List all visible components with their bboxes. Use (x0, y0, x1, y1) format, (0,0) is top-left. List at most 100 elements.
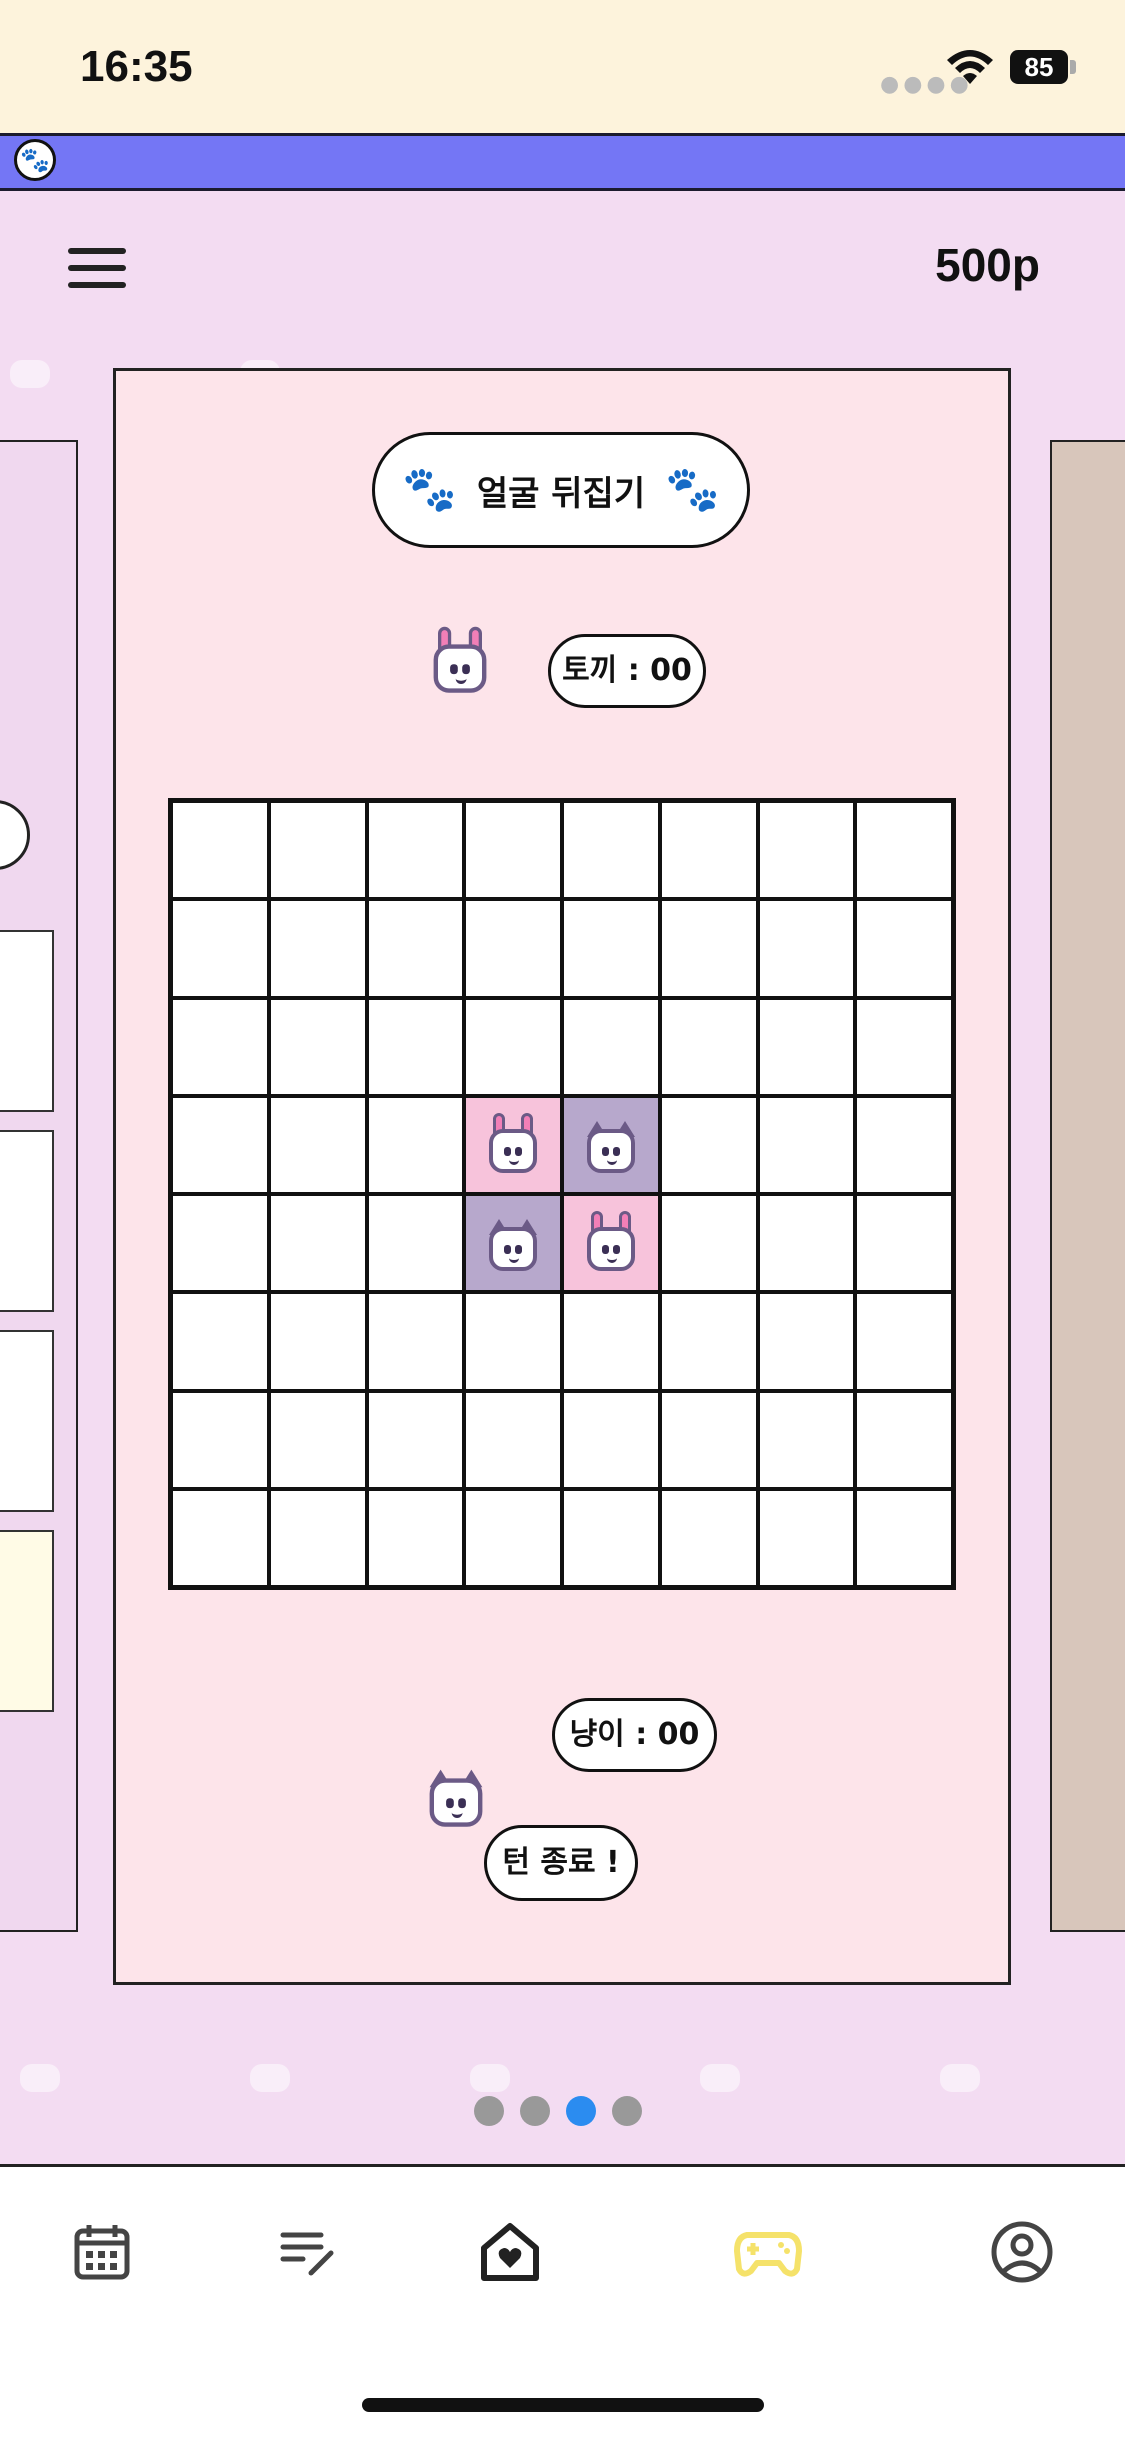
calendar-icon (74, 2225, 130, 2280)
board-cell[interactable] (759, 1392, 854, 1487)
board-cell[interactable] (759, 999, 854, 1094)
home-heart-icon (481, 2223, 539, 2281)
paw-icon[interactable]: 🐾 (14, 139, 56, 181)
board-cell[interactable] (564, 803, 658, 898)
previous-card-slot (0, 1330, 54, 1512)
board-cell[interactable] (368, 1294, 463, 1389)
board-cell[interactable] (270, 999, 365, 1094)
board-cell[interactable] (270, 901, 365, 996)
board-cell[interactable] (564, 1490, 658, 1585)
points-display: 500p (935, 239, 1040, 291)
board-cell[interactable] (857, 803, 951, 898)
board-cell[interactable] (270, 1097, 365, 1192)
board-cell[interactable] (173, 1294, 267, 1389)
board-cell[interactable] (759, 1490, 854, 1585)
board-cell[interactable] (759, 803, 854, 898)
board-cell[interactable] (466, 1392, 560, 1487)
end-turn-button[interactable]: 턴 종료 ! (484, 1825, 638, 1901)
app-banner (0, 136, 1125, 191)
board-cell[interactable] (466, 1294, 560, 1389)
board-cell[interactable] (564, 1392, 658, 1487)
background-pattern (250, 2064, 290, 2092)
board-cell[interactable] (759, 1097, 854, 1192)
board-cell[interactable] (270, 803, 365, 898)
board-cell[interactable] (270, 1294, 365, 1389)
board-cell[interactable] (466, 1196, 560, 1291)
board-cell[interactable] (857, 1097, 951, 1192)
background-pattern (10, 360, 50, 388)
cat-face-icon (579, 1113, 643, 1177)
board-cell[interactable] (661, 803, 756, 898)
next-card[interactable] (1050, 440, 1125, 1932)
background-pattern (20, 2064, 60, 2092)
board-cell[interactable] (173, 1490, 267, 1585)
carousel-dot[interactable] (474, 2096, 504, 2126)
board-cell[interactable] (466, 999, 560, 1094)
board-cell[interactable] (661, 999, 756, 1094)
board-cell[interactable] (270, 1490, 365, 1585)
board-cell[interactable] (368, 901, 463, 996)
carousel-dot[interactable] (566, 2096, 596, 2126)
board-cell[interactable] (564, 1097, 658, 1192)
battery-tip (1070, 60, 1076, 74)
board-cell[interactable] (564, 999, 658, 1094)
board-cell[interactable] (564, 901, 658, 996)
tab-diary[interactable] (268, 2212, 348, 2292)
paw-icon: 🐾 (402, 464, 457, 515)
board-cell[interactable] (270, 1196, 365, 1291)
paw-icon: 🐾 (665, 464, 720, 515)
cat-face-icon (481, 1211, 545, 1275)
board-cell[interactable] (661, 1294, 756, 1389)
tab-home[interactable] (470, 2212, 550, 2292)
board-cell[interactable] (857, 1490, 951, 1585)
board-cell[interactable] (759, 1196, 854, 1291)
board-cell[interactable] (857, 999, 951, 1094)
board-cell[interactable] (270, 1392, 365, 1487)
carousel-dot[interactable] (612, 2096, 642, 2126)
tab-calendar[interactable] (62, 2212, 142, 2292)
board-cell[interactable] (173, 1392, 267, 1487)
background-pattern (470, 2064, 510, 2092)
board-cell[interactable] (466, 1490, 560, 1585)
board-cell[interactable] (368, 1097, 463, 1192)
board-cell[interactable] (173, 803, 267, 898)
board-cell[interactable] (661, 901, 756, 996)
board-cell[interactable] (173, 901, 267, 996)
tab-profile[interactable] (982, 2212, 1062, 2292)
board-cell[interactable] (368, 999, 463, 1094)
board-cell[interactable] (173, 999, 267, 1094)
board-cell[interactable] (857, 901, 951, 996)
board-cell[interactable] (368, 803, 463, 898)
board-cell[interactable] (173, 1097, 267, 1192)
game-title: 🐾 얼굴 뒤집기 🐾 (372, 432, 750, 548)
board-cell[interactable] (857, 1392, 951, 1487)
board-cell[interactable] (368, 1490, 463, 1585)
board-cell[interactable] (564, 1294, 658, 1389)
previous-card-slot (0, 930, 54, 1112)
board-cell[interactable] (857, 1294, 951, 1389)
board-cell[interactable] (759, 901, 854, 996)
board-cell[interactable] (466, 1097, 560, 1192)
board-cell[interactable] (661, 1097, 756, 1192)
tab-game[interactable] (728, 2212, 808, 2292)
board-cell[interactable] (368, 1196, 463, 1291)
game-title-text: 얼굴 뒤집기 (476, 473, 646, 514)
cat-face-icon (421, 1761, 491, 1831)
status-time: 16:35 (80, 42, 193, 91)
board-cell[interactable] (466, 901, 560, 996)
background-pattern (940, 2064, 980, 2092)
board-cell[interactable] (466, 803, 560, 898)
board-cell[interactable] (368, 1392, 463, 1487)
board-cell[interactable] (661, 1490, 756, 1585)
carousel-dot[interactable] (520, 2096, 550, 2126)
board-cell[interactable] (661, 1196, 756, 1291)
board-cell[interactable] (759, 1294, 854, 1389)
board-cell[interactable] (173, 1196, 267, 1291)
board-cell[interactable] (857, 1196, 951, 1291)
menu-bar (68, 282, 126, 288)
rabbit-face-icon (579, 1211, 643, 1275)
board-cell[interactable] (661, 1392, 756, 1487)
board-cell[interactable] (564, 1196, 658, 1291)
carousel-dots (474, 2096, 642, 2126)
menu-button[interactable] (68, 248, 126, 288)
